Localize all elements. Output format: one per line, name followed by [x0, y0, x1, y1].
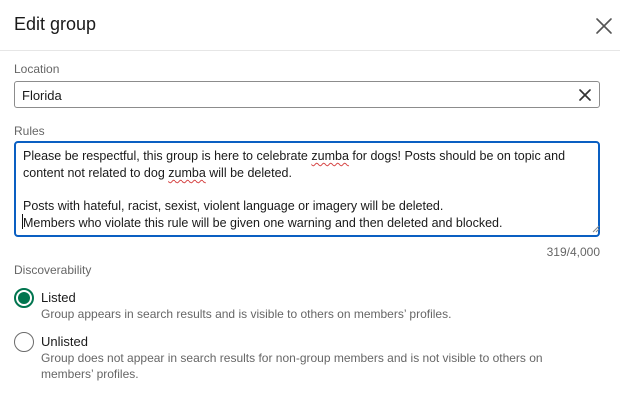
text-caret — [22, 214, 23, 229]
location-label: Location — [14, 62, 60, 76]
discoverability-label: Discoverability — [14, 263, 92, 277]
rules-line: Members who violate this rule will be gi… — [23, 216, 503, 230]
resize-grip-icon[interactable] — [592, 225, 600, 233]
radio-unlisted[interactable] — [14, 332, 34, 352]
option-unlisted-description: Group does not appear in search results … — [41, 351, 543, 381]
misspelled-word: zumba — [168, 166, 206, 180]
character-counter: 319/4,000 — [546, 245, 600, 259]
radio-listed[interactable] — [14, 288, 34, 308]
rules-line: content not related to dog zumba will be… — [23, 166, 292, 180]
location-input[interactable]: Florida — [14, 81, 600, 108]
misspelled-word: zumba — [311, 149, 349, 163]
dialog-title: Edit group — [14, 14, 97, 34]
location-value: Florida — [22, 88, 62, 103]
dialog-header: Edit group — [0, 0, 620, 51]
rules-label: Rules — [14, 124, 45, 138]
close-icon — [596, 18, 612, 34]
clear-icon — [579, 89, 591, 101]
location-clear-button[interactable] — [578, 88, 592, 102]
close-button[interactable] — [594, 16, 614, 36]
option-unlisted-label[interactable]: Unlisted — [41, 334, 88, 349]
rules-line: Please be respectful, this group is here… — [23, 149, 566, 163]
rules-line: Posts with hateful, racist, sexist, viol… — [23, 199, 444, 213]
option-listed-description: Group appears in search results and is v… — [41, 307, 452, 321]
option-listed-label[interactable]: Listed — [41, 290, 76, 305]
rules-textarea[interactable]: Please be respectful, this group is here… — [14, 141, 600, 237]
